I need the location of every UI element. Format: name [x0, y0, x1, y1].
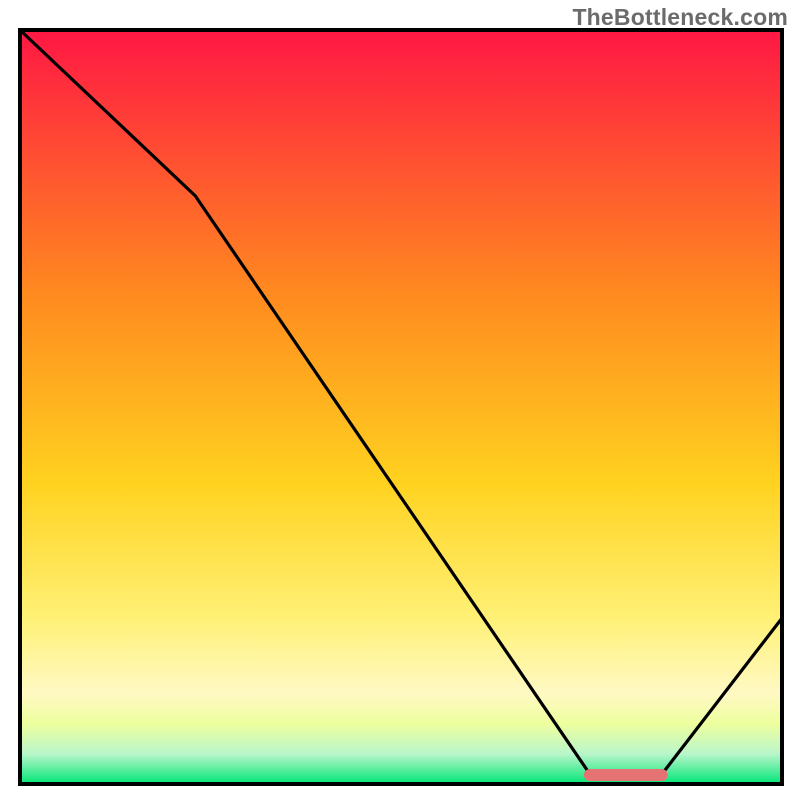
plot-area: [20, 30, 782, 784]
gradient-background: [20, 30, 782, 784]
optimal-range-marker: [584, 769, 668, 781]
chart-container: TheBottleneck.com: [0, 0, 800, 800]
bottleneck-chart: [0, 0, 800, 800]
watermark-text: TheBottleneck.com: [572, 4, 788, 31]
